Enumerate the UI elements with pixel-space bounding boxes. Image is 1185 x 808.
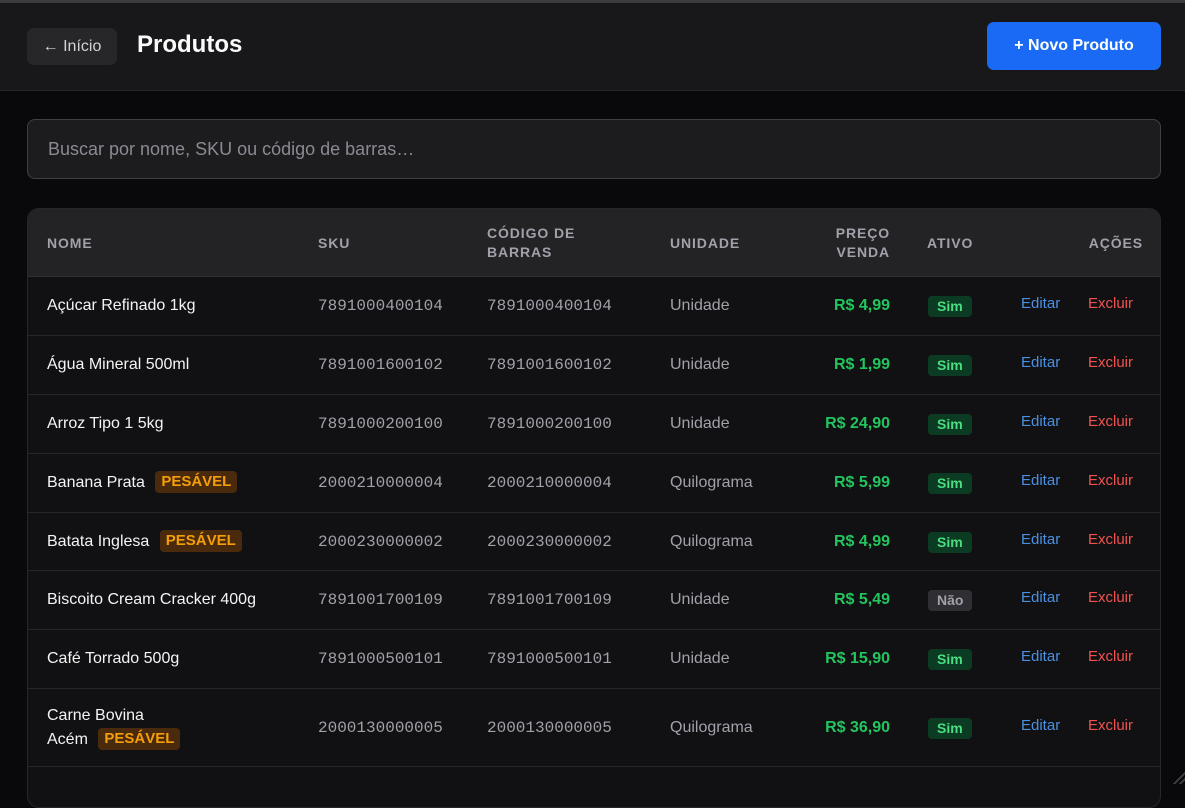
product-price: R$ 1,99 xyxy=(834,353,890,377)
table-row: Açúcar Refinado 1kg 7891000400104 789100… xyxy=(28,277,1161,336)
product-name: Arroz Tipo 1 5kg xyxy=(47,412,164,436)
weighable-badge: PESÁVEL xyxy=(160,530,242,552)
edit-button[interactable]: Editar xyxy=(1021,648,1060,665)
column-header-sku: SKU xyxy=(318,234,350,253)
table-row: Batata Inglesa PESÁVEL 2000230000002 200… xyxy=(28,513,1161,571)
column-header-actions: AÇÕES xyxy=(1089,234,1143,253)
product-price: R$ 24,90 xyxy=(825,412,890,436)
status-badge: Sim xyxy=(928,649,972,670)
edit-button[interactable]: Editar xyxy=(1021,413,1060,430)
product-price: R$ 5,99 xyxy=(834,471,890,495)
product-price: R$ 36,90 xyxy=(825,716,890,740)
delete-button[interactable]: Excluir xyxy=(1088,354,1133,371)
column-header-unit: UNIDADE xyxy=(670,234,740,253)
edit-button[interactable]: Editar xyxy=(1021,717,1060,734)
product-barcode: 2000130000005 xyxy=(487,716,612,740)
product-barcode: 7891000500101 xyxy=(487,647,612,671)
page-header: ← Início Produtos + Novo Produto xyxy=(0,3,1185,91)
table-row: Café Torrado 500g 7891000500101 78910005… xyxy=(28,630,1161,689)
edit-button[interactable]: Editar xyxy=(1021,589,1060,606)
product-sku: 7891000200100 xyxy=(318,412,443,436)
status-badge: Sim xyxy=(928,718,972,739)
product-barcode: 2000210000004 xyxy=(487,471,612,495)
product-unit: Unidade xyxy=(670,412,730,436)
table-row: Biscoito Cream Cracker 400g 789100170010… xyxy=(28,571,1161,630)
table-row: Banana Prata PESÁVEL 2000210000004 20002… xyxy=(28,454,1161,513)
product-price: R$ 5,49 xyxy=(834,588,890,612)
column-header-barcode-line1: CÓDIGO DE xyxy=(487,224,575,243)
product-name: Açúcar Refinado 1kg xyxy=(47,294,196,318)
product-unit: Quilograma xyxy=(670,716,753,740)
product-price: R$ 4,99 xyxy=(834,530,890,554)
product-unit: Unidade xyxy=(670,588,730,612)
edit-button[interactable]: Editar xyxy=(1021,295,1060,312)
new-product-button[interactable]: + Novo Produto xyxy=(987,22,1161,70)
delete-button[interactable]: Excluir xyxy=(1088,648,1133,665)
column-header-price-line1: PREÇO xyxy=(836,224,890,243)
product-sku: 7891001600102 xyxy=(318,353,443,377)
search-input[interactable] xyxy=(27,119,1161,179)
product-barcode: 7891001600102 xyxy=(487,353,612,377)
column-header-name: NOME xyxy=(47,234,93,253)
product-name: Batata Inglesa xyxy=(47,533,149,550)
edit-button[interactable]: Editar xyxy=(1021,472,1060,489)
product-sku: 2000230000002 xyxy=(318,530,443,554)
product-barcode: 2000230000002 xyxy=(487,530,612,554)
product-name-line2: Acém xyxy=(47,731,88,748)
product-unit: Unidade xyxy=(670,353,730,377)
product-name-cell: Carne Bovina Acém PESÁVEL xyxy=(47,704,180,752)
column-header-barcode-line2: BARRAS xyxy=(487,243,575,262)
delete-button[interactable]: Excluir xyxy=(1088,472,1133,489)
product-barcode: 7891000400104 xyxy=(487,294,612,318)
edit-button[interactable]: Editar xyxy=(1021,531,1060,548)
product-sku: 2000210000004 xyxy=(318,471,443,495)
table-row: Carne Bovina Acém PESÁVEL 2000130000005 … xyxy=(28,689,1161,767)
delete-button[interactable]: Excluir xyxy=(1088,531,1133,548)
product-sku: 7891000400104 xyxy=(318,294,443,318)
delete-button[interactable]: Excluir xyxy=(1088,413,1133,430)
product-sku: 2000130000005 xyxy=(318,716,443,740)
delete-button[interactable]: Excluir xyxy=(1088,589,1133,606)
product-price: R$ 15,90 xyxy=(825,647,890,671)
product-name: Banana Prata xyxy=(47,474,145,491)
weighable-badge: PESÁVEL xyxy=(98,728,180,750)
product-name-line2-wrap: Acém PESÁVEL xyxy=(47,728,180,752)
product-name-line1: Carne Bovina xyxy=(47,704,180,728)
delete-button[interactable]: Excluir xyxy=(1088,295,1133,312)
products-table: NOME SKU CÓDIGO DE BARRAS UNIDADE PREÇO … xyxy=(27,208,1161,808)
weighable-badge: PESÁVEL xyxy=(155,471,237,493)
resize-grip-icon[interactable] xyxy=(1173,772,1185,784)
product-sku: 7891001700109 xyxy=(318,588,443,612)
table-row: Arroz Tipo 1 5kg 7891000200100 789100020… xyxy=(28,395,1161,454)
back-to-home-button[interactable]: ← Início xyxy=(27,28,117,65)
delete-button[interactable]: Excluir xyxy=(1088,717,1133,734)
column-header-barcode: CÓDIGO DE BARRAS xyxy=(487,224,575,262)
product-barcode: 7891000200100 xyxy=(487,412,612,436)
column-header-price: PREÇO VENDA xyxy=(836,224,890,262)
product-name-cell: Banana Prata PESÁVEL xyxy=(47,471,237,495)
product-unit: Unidade xyxy=(670,294,730,318)
product-barcode: 7891001700109 xyxy=(487,588,612,612)
status-badge: Sim xyxy=(928,355,972,376)
page-title: Produtos xyxy=(137,31,242,59)
status-badge: Não xyxy=(928,590,972,611)
product-name: Biscoito Cream Cracker 400g xyxy=(47,588,256,612)
product-sku: 7891000500101 xyxy=(318,647,443,671)
product-unit: Quilograma xyxy=(670,471,753,495)
column-header-active: ATIVO xyxy=(927,234,973,253)
column-header-price-line2: VENDA xyxy=(836,243,890,262)
status-badge: Sim xyxy=(928,473,972,494)
product-name: Café Torrado 500g xyxy=(47,647,179,671)
product-name: Água Mineral 500ml xyxy=(47,353,189,377)
status-badge: Sim xyxy=(928,532,972,553)
product-unit: Unidade xyxy=(670,647,730,671)
table-header: NOME SKU CÓDIGO DE BARRAS UNIDADE PREÇO … xyxy=(28,209,1161,277)
status-badge: Sim xyxy=(928,296,972,317)
product-price: R$ 4,99 xyxy=(834,294,890,318)
status-badge: Sim xyxy=(928,414,972,435)
product-name-cell: Batata Inglesa PESÁVEL xyxy=(47,530,242,554)
edit-button[interactable]: Editar xyxy=(1021,354,1060,371)
product-unit: Quilograma xyxy=(670,530,753,554)
table-row: Água Mineral 500ml 7891001600102 7891001… xyxy=(28,336,1161,395)
